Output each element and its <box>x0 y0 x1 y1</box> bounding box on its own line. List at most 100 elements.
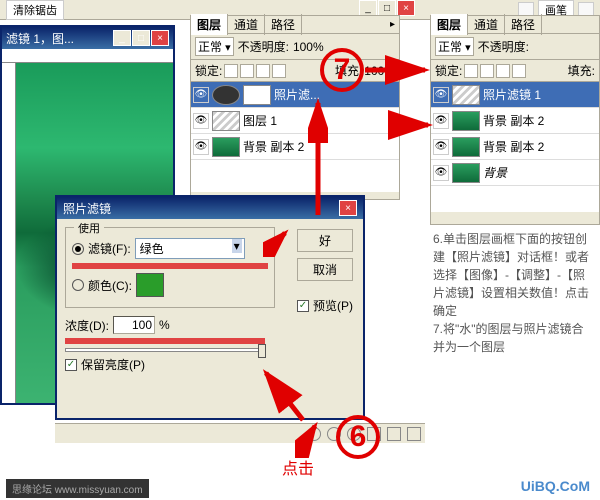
blend-mode-select[interactable]: 正常 ▾ <box>195 37 234 56</box>
color-label: 颜色(C): <box>88 277 132 294</box>
color-radio[interactable] <box>72 279 84 291</box>
layers-panel-1: 图层 通道 路径 ▸ 正常 ▾ 不透明度: 100% 锁定: 填充: 100% … <box>190 15 400 200</box>
trash-icon[interactable] <box>407 427 421 441</box>
density-input[interactable]: 100 <box>113 316 155 334</box>
mask-icon[interactable] <box>327 427 341 441</box>
tab-channels[interactable]: 通道 <box>468 14 505 35</box>
opacity-label: 不透明度: <box>478 38 529 55</box>
visibility-icon[interactable]: 👁 <box>433 87 449 103</box>
layer-thumb[interactable] <box>452 111 480 131</box>
layer-name[interactable]: 背景 副本 2 <box>483 112 544 129</box>
layer-row[interactable]: 👁 背景 副本 2 <box>431 134 599 160</box>
window-titlebar[interactable]: 滤镜 1，图... _ □ × <box>2 27 173 49</box>
slider-thumb[interactable] <box>258 344 266 358</box>
layer-name[interactable]: 照片滤... <box>274 86 320 103</box>
panel-tabs: 图层 通道 路径 ▸ <box>191 16 399 34</box>
filter-select[interactable]: 绿色 <box>135 238 245 259</box>
adjustment-layer-icon[interactable] <box>347 427 361 441</box>
blend-mode-select[interactable]: 正常 ▾ <box>435 37 474 56</box>
close-button[interactable]: × <box>397 0 415 16</box>
vertical-ruler <box>2 63 16 403</box>
lock-label: 锁定: <box>195 62 222 79</box>
tab-layers[interactable]: 图层 <box>431 14 468 35</box>
visibility-icon[interactable]: 👁 <box>433 165 449 181</box>
layer-thumb[interactable] <box>452 85 480 105</box>
adjustment-icon[interactable] <box>212 85 240 105</box>
layer-row[interactable]: 👁 背景 副本 2 <box>431 108 599 134</box>
dialog-close-button[interactable]: × <box>339 200 357 216</box>
visibility-icon[interactable]: 👁 <box>433 113 449 129</box>
clear-aliasing-button[interactable]: 清除锯齿 <box>6 0 64 20</box>
dialog-title: 照片滤镜 <box>63 200 338 217</box>
opacity-label: 不透明度: <box>238 38 289 55</box>
lock-all-icon[interactable] <box>512 64 526 78</box>
layer-name[interactable]: 图层 1 <box>243 112 277 129</box>
percent-label: % <box>159 318 170 332</box>
density-label: 浓度(D): <box>65 317 109 334</box>
visibility-icon[interactable]: 👁 <box>193 87 209 103</box>
layer-thumb[interactable] <box>212 137 240 157</box>
layer-panel-footer <box>55 423 425 443</box>
panel-menu-icon[interactable]: ▸ <box>386 19 399 30</box>
layer-name[interactable]: 照片滤镜 1 <box>483 86 541 103</box>
layer-name[interactable]: 背景 副本 2 <box>243 138 304 155</box>
filter-radio[interactable] <box>72 243 84 255</box>
layer-name[interactable]: 背景 副本 2 <box>483 138 544 155</box>
tab-channels[interactable]: 通道 <box>228 14 265 35</box>
new-layer-icon[interactable] <box>387 427 401 441</box>
annotation-click-text: 点击 <box>282 455 314 479</box>
visibility-icon[interactable]: 👁 <box>193 113 209 129</box>
visibility-icon[interactable]: 👁 <box>433 139 449 155</box>
layers-panel-2: 图层 通道 路径 正常 ▾ 不透明度: 锁定: 填充: 👁 照片滤镜 1 👁 背… <box>430 15 600 225</box>
color-swatch[interactable] <box>136 273 164 297</box>
lock-move-icon[interactable] <box>496 64 510 78</box>
fill-label: 填充: <box>335 62 362 79</box>
tab-layers[interactable]: 图层 <box>191 14 228 35</box>
keep-luminosity-checkbox[interactable] <box>65 359 77 371</box>
horizontal-ruler <box>2 49 173 63</box>
layer-row[interactable]: 👁 图层 1 <box>191 108 399 134</box>
lock-move-icon[interactable] <box>256 64 270 78</box>
layer-thumb[interactable] <box>452 163 480 183</box>
layer-mask-thumb[interactable] <box>243 85 271 105</box>
watermark-text: UiBQ.CoM <box>521 478 590 494</box>
window-title: 滤镜 1，图... <box>6 30 112 47</box>
layer-row[interactable]: 👁 照片滤镜 1 <box>431 82 599 108</box>
maximize-button[interactable]: □ <box>132 30 150 46</box>
minimize-button[interactable]: _ <box>113 30 131 46</box>
tab-paths[interactable]: 路径 <box>505 14 542 35</box>
layer-row[interactable]: 👁 背景 副本 2 <box>191 134 399 160</box>
use-group-label: 使用 <box>74 220 104 236</box>
photo-filter-dialog: 照片滤镜 × 好 取消 预览(P) 使用 滤镜(F): 绿色 颜色(C): <box>55 195 365 420</box>
lock-paint-icon[interactable] <box>240 64 254 78</box>
palette-window-controls: _ □ × <box>358 0 415 16</box>
tab-paths[interactable]: 路径 <box>265 14 302 35</box>
lock-label: 锁定: <box>435 62 462 79</box>
layer-thumb[interactable] <box>212 111 240 131</box>
layer-row[interactable]: 👁 背景 <box>431 160 599 186</box>
credit-text: 思缘论坛 www.missyuan.com <box>6 479 149 498</box>
lock-trans-icon[interactable] <box>224 64 238 78</box>
fx-icon[interactable] <box>307 427 321 441</box>
lock-paint-icon[interactable] <box>480 64 494 78</box>
opacity-value[interactable]: 100% <box>293 40 324 54</box>
layer-thumb[interactable] <box>452 137 480 157</box>
dialog-titlebar[interactable]: 照片滤镜 × <box>57 197 363 219</box>
lock-all-icon[interactable] <box>272 64 286 78</box>
preview-checkbox[interactable] <box>297 300 309 312</box>
instruction-text: 6.单击图层画框下面的按钮创建【照片滤镜】对话框！或者选择【图像】-【调整】-【… <box>433 230 593 356</box>
minimize-button[interactable]: _ <box>359 0 377 16</box>
close-button[interactable]: × <box>151 30 169 46</box>
visibility-icon[interactable]: 👁 <box>193 139 209 155</box>
folder-icon[interactable] <box>367 427 381 441</box>
fill-value[interactable]: 100% <box>364 64 395 78</box>
ok-button[interactable]: 好 <box>297 229 353 252</box>
density-slider[interactable] <box>65 348 265 352</box>
cancel-button[interactable]: 取消 <box>297 258 353 281</box>
lock-trans-icon[interactable] <box>464 64 478 78</box>
layer-name[interactable]: 背景 <box>483 164 507 181</box>
annotation-underline <box>65 338 265 344</box>
layer-row[interactable]: 👁 照片滤... <box>191 82 399 108</box>
annotation-underline <box>72 263 268 269</box>
maximize-button[interactable]: □ <box>378 0 396 16</box>
